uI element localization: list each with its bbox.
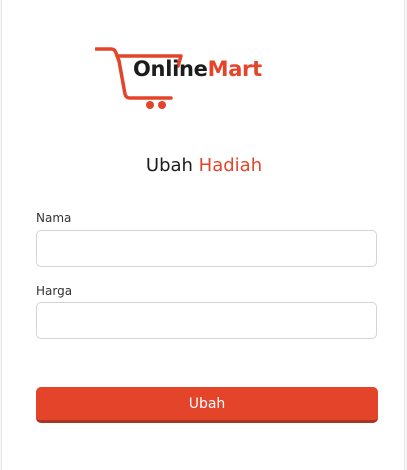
page-title-prefix: Ubah — [145, 155, 193, 176]
harga-input[interactable] — [36, 302, 377, 339]
nama-label: Nama — [36, 211, 72, 225]
nama-input[interactable] — [36, 230, 377, 267]
page-title-accent: Hadiah — [198, 155, 263, 176]
edit-gift-card: OnlineMart Ubah Hadiah Nama Harga Ubah — [1, 0, 405, 470]
logo-text: OnlineMart — [133, 59, 262, 80]
harga-label: Harga — [36, 284, 73, 298]
logo-text-online: Online — [133, 57, 208, 81]
logo-text-mart: Mart — [207, 57, 263, 81]
page-title: Ubah Hadiah — [2, 155, 406, 176]
ubah-button[interactable]: Ubah — [36, 387, 378, 423]
onlinemart-logo: OnlineMart — [95, 44, 285, 110]
